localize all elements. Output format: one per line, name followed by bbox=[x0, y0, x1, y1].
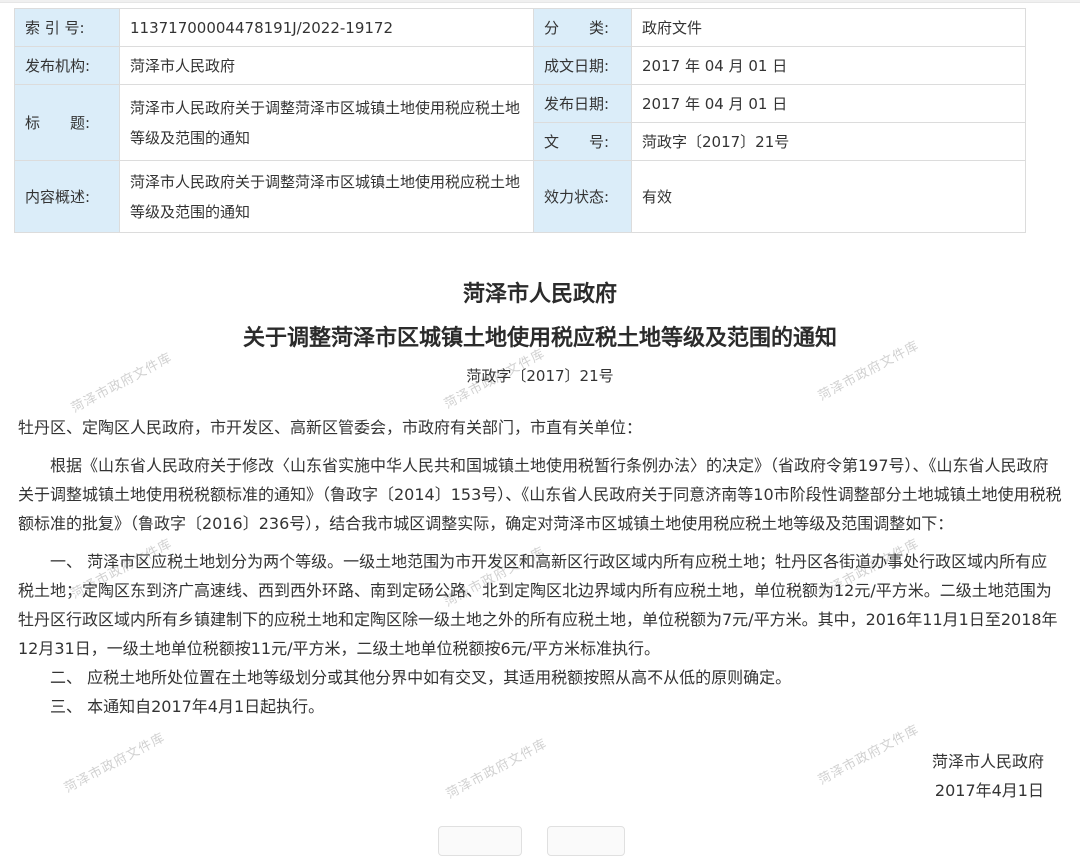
document-org-title: 菏泽市人民政府 bbox=[0, 273, 1080, 317]
document-body: 牡丹区、定陶区人民政府，市开发区、高新区管委会，市政府有关部门，市直有关单位： … bbox=[0, 413, 1080, 721]
page-top-strip bbox=[0, 0, 1080, 3]
paragraph-item-3: 三、 本通知自2017年4月1日起执行。 bbox=[18, 692, 1062, 721]
index-number-label: 索 引 号: bbox=[15, 9, 120, 47]
validity-label: 效力状态: bbox=[534, 161, 632, 233]
bottom-action-button-2[interactable] bbox=[547, 826, 625, 856]
summary-value: 菏泽市人民政府关于调整菏泽市区城镇土地使用税应税土地等级及范围的通知 bbox=[120, 161, 534, 233]
table-row: 索 引 号: 11371700004478191J/2022-19172 分 类… bbox=[15, 9, 1026, 47]
paragraph-item-1: 一、 菏泽市区应税土地划分为两个等级。一级土地范围为市开发区和高新区行政区域内所… bbox=[18, 547, 1062, 663]
signature-org: 菏泽市人民政府 bbox=[0, 747, 1044, 776]
written-date-value: 2017 年 04 月 01 日 bbox=[632, 47, 1026, 85]
document-metadata-table: 索 引 号: 11371700004478191J/2022-19172 分 类… bbox=[14, 8, 1026, 233]
category-value: 政府文件 bbox=[632, 9, 1026, 47]
issuing-agency-value: 菏泽市人民政府 bbox=[120, 47, 534, 85]
table-row: 标 题: 菏泽市人民政府关于调整菏泽市区城镇土地使用税应税土地等级及范围的通知 … bbox=[15, 85, 1026, 123]
doc-title-label: 标 题: bbox=[15, 85, 120, 161]
written-date-label: 成文日期: bbox=[534, 47, 632, 85]
bottom-action-button-1[interactable] bbox=[438, 826, 522, 856]
paragraph-basis: 根据《山东省人民政府关于修改〈山东省实施中华人民共和国城镇土地使用税暂行条例办法… bbox=[18, 451, 1062, 538]
paragraph-salutation: 牡丹区、定陶区人民政府，市开发区、高新区管委会，市政府有关部门，市直有关单位： bbox=[18, 413, 1062, 442]
signature-block: 菏泽市人民政府 2017年4月1日 bbox=[0, 747, 1080, 805]
paragraph-item-2: 二、 应税土地所处位置在土地等级划分或其他分界中如有交叉，其适用税额按照从高不从… bbox=[18, 663, 1062, 692]
category-label: 分 类: bbox=[534, 9, 632, 47]
issuing-agency-label: 发布机构: bbox=[15, 47, 120, 85]
document-subject-title: 关于调整菏泽市区城镇土地使用税应税土地等级及范围的通知 bbox=[0, 317, 1080, 361]
summary-label: 内容概述: bbox=[15, 161, 120, 233]
signature-date: 2017年4月1日 bbox=[0, 776, 1044, 805]
document-number: 菏政字〔2017〕21号 bbox=[0, 363, 1080, 389]
doc-number-value: 菏政字〔2017〕21号 bbox=[632, 123, 1026, 161]
table-row: 发布机构: 菏泽市人民政府 成文日期: 2017 年 04 月 01 日 bbox=[15, 47, 1026, 85]
validity-value: 有效 bbox=[632, 161, 1026, 233]
publish-date-value: 2017 年 04 月 01 日 bbox=[632, 85, 1026, 123]
doc-title-value: 菏泽市人民政府关于调整菏泽市区城镇土地使用税应税土地等级及范围的通知 bbox=[120, 85, 534, 161]
table-row: 内容概述: 菏泽市人民政府关于调整菏泽市区城镇土地使用税应税土地等级及范围的通知… bbox=[15, 161, 1026, 233]
doc-number-label: 文 号: bbox=[534, 123, 632, 161]
index-number-value: 11371700004478191J/2022-19172 bbox=[120, 9, 534, 47]
publish-date-label: 发布日期: bbox=[534, 85, 632, 123]
